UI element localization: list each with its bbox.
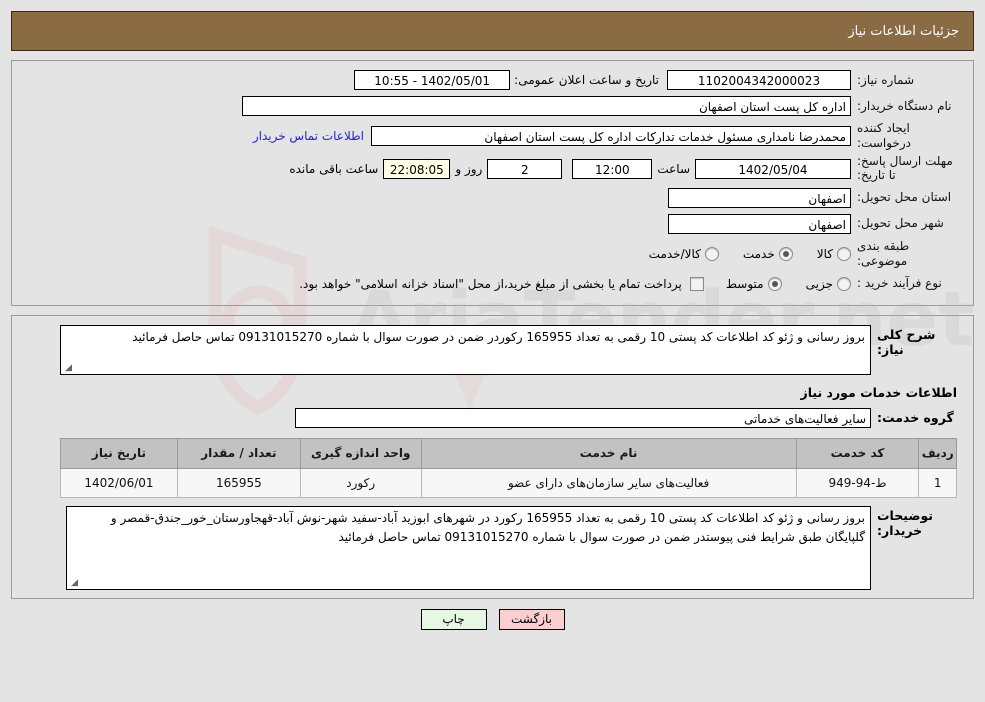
service-group-field[interactable]: سایر فعالیت‌های خدماتی — [295, 407, 871, 428]
page-header: جزئیات اطلاعات نیاز — [11, 11, 974, 51]
radio-icon[interactable] — [837, 246, 851, 261]
deadline-hour-label: ساعت — [657, 161, 690, 176]
table-header-row: ردیف کد خدمت نام خدمت واحد اندازه گیری ت… — [60, 437, 957, 469]
province-label: استان محل تحویل: — [857, 190, 952, 205]
buyer-notes-text: بروز رسانی و ژئو کد اطلاعات کد پستی 10 ر… — [110, 510, 865, 545]
buyer-org-field[interactable]: اداره کل پست استان اصفهان — [242, 96, 851, 116]
form-row-buyer-org: نام دستگاه خریدار: اداره کل پست استان اص… — [22, 95, 963, 117]
remaining-days-label: روز و — [455, 161, 483, 176]
form-row-creator: ایجاد کننده درخواست: محمدرضا نامداری مسئ… — [22, 121, 963, 151]
form-row-deadline: مهلت ارسال پاسخ: تا تاریخ: 1402/05/04 سا… — [22, 154, 963, 183]
radio-icon[interactable] — [704, 246, 719, 261]
city-label: شهر محل تحویل: — [857, 216, 944, 231]
need-number-field[interactable]: 1102004342000023 — [667, 70, 851, 90]
col-header-unit: واحد اندازه گیری — [299, 437, 422, 469]
process-option-motevaset[interactable]: متوسط — [725, 276, 782, 291]
buyer-notes-textarea[interactable]: بروز رسانی و ژئو کد اطلاعات کد پستی 10 ر… — [66, 505, 871, 590]
treasury-payment-checkbox[interactable] — [689, 276, 704, 291]
radio-icon[interactable] — [837, 276, 851, 291]
category-option-khedmat[interactable]: خدمت — [742, 246, 793, 261]
need-summary-panel: شماره نیاز: 1102004342000023 تاریخ و ساع… — [11, 60, 974, 306]
cell-code: ط-94-949 — [795, 467, 920, 498]
radio-icon[interactable] — [767, 276, 782, 291]
category-option-kala-khedmat[interactable]: کالا/خدمت — [648, 246, 719, 261]
announce-datetime-label: تاریخ و ساعت اعلان عمومی: — [514, 73, 659, 87]
cell-index: 1 — [918, 467, 957, 498]
category-option-label: کالا/خدمت — [648, 246, 701, 261]
resize-handle-icon[interactable]: ◢ — [69, 578, 78, 588]
form-row-province: استان محل تحویل: اصفهان — [22, 187, 963, 209]
col-header-code: کد خدمت — [795, 437, 920, 469]
process-option-label: جزیی — [805, 276, 833, 291]
creator-field[interactable]: محمدرضا نامداری مسئول خدمات تدارکات ادار… — [371, 126, 851, 146]
remaining-suffix-label: ساعت باقی مانده — [289, 161, 379, 176]
need-summary-text: بروز رسانی و ژئو کد اطلاعات کد پستی 10 ر… — [132, 329, 865, 344]
action-button-bar: بازگشت چاپ — [0, 608, 985, 630]
buyer-notes-label: توضیحات خریدار: — [877, 507, 933, 538]
col-header-index: ردیف — [918, 437, 957, 469]
deadline-hour-field[interactable]: 12:00 — [572, 158, 653, 179]
category-radio-group: کالا خدمت کالا/خدمت — [627, 246, 851, 261]
need-summary-label: شرح کلی نیاز: — [877, 326, 936, 357]
process-radio-group: جزیی متوسط — [704, 276, 851, 291]
process-type-label: نوع فرآیند خرید : — [857, 276, 942, 291]
services-table: ردیف کد خدمت نام خدمت واحد اندازه گیری ت… — [60, 437, 957, 498]
col-header-quantity: تعداد / مقدار — [176, 437, 301, 469]
category-label: طبقه بندی موضوعی: — [857, 238, 910, 268]
province-field[interactable]: اصفهان — [668, 187, 851, 208]
print-button[interactable]: چاپ — [420, 608, 487, 630]
radio-icon[interactable] — [778, 246, 793, 261]
page-title: جزئیات اطلاعات نیاز — [848, 23, 959, 39]
form-row-category: طبقه بندی موضوعی: کالا خدمت کالا/خدمت — [22, 239, 963, 269]
buyer-org-label: نام دستگاه خریدار: — [857, 98, 952, 113]
treasury-payment-note: پرداخت تمام یا بخشی از مبلغ خرید،از محل … — [299, 276, 682, 291]
creator-label: ایجاد کننده درخواست: — [857, 121, 911, 150]
need-summary-textarea[interactable]: بروز رسانی و ژئو کد اطلاعات کد پستی 10 ر… — [60, 324, 871, 375]
form-row-city: شهر محل تحویل: اصفهان — [22, 213, 963, 235]
buyer-notes-row: توضیحات خریدار: بروز رسانی و ژئو کد اطلا… — [22, 505, 963, 590]
cell-name: فعالیت‌های سایر سازمان‌های دارای عضو — [420, 467, 797, 498]
category-option-kala[interactable]: کالا — [816, 246, 851, 261]
form-row-need-number: شماره نیاز: 1102004342000023 تاریخ و ساع… — [22, 69, 963, 91]
buyer-contact-link[interactable]: اطلاعات تماس خریدار — [246, 129, 371, 143]
category-option-label: خدمت — [742, 246, 775, 261]
remaining-clock-field: 22:08:05 — [383, 158, 451, 179]
remaining-days-field: 2 — [487, 158, 563, 179]
service-group-label: گروه خدمت: — [877, 410, 954, 426]
cell-unit: رکورد — [299, 467, 422, 498]
table-row: 1 ط-94-949 فعالیت‌های سایر سازمان‌های دا… — [60, 467, 957, 498]
announce-datetime-field[interactable]: 1402/05/01 - 10:55 — [354, 70, 511, 90]
deadline-date-field[interactable]: 1402/05/04 — [695, 158, 851, 179]
form-row-process-type: نوع فرآیند خرید : جزیی متوسط پرداخت تمام… — [22, 273, 963, 295]
cell-date: 1402/06/01 — [60, 467, 178, 498]
services-panel: شرح کلی نیاز: بروز رسانی و ژئو کد اطلاعا… — [11, 314, 974, 599]
col-header-date: تاریخ نیاز — [60, 437, 178, 469]
process-option-label: متوسط — [725, 276, 764, 291]
need-summary-row: شرح کلی نیاز: بروز رسانی و ژئو کد اطلاعا… — [22, 324, 963, 375]
col-header-name: نام خدمت — [420, 437, 797, 469]
back-button[interactable]: بازگشت — [498, 608, 565, 630]
service-group-row: گروه خدمت: سایر فعالیت‌های خدماتی — [22, 407, 963, 428]
process-option-jozi[interactable]: جزیی — [805, 276, 851, 291]
need-number-label: شماره نیاز: — [857, 72, 914, 87]
city-field[interactable]: اصفهان — [668, 213, 851, 234]
services-section-title: اطلاعات خدمات مورد نیاز — [800, 384, 958, 400]
cell-quantity: 165955 — [176, 467, 301, 498]
resize-handle-icon[interactable]: ◢ — [63, 363, 72, 373]
deadline-label: مهلت ارسال پاسخ: تا تاریخ: — [857, 154, 953, 182]
category-option-label: کالا — [816, 246, 833, 261]
